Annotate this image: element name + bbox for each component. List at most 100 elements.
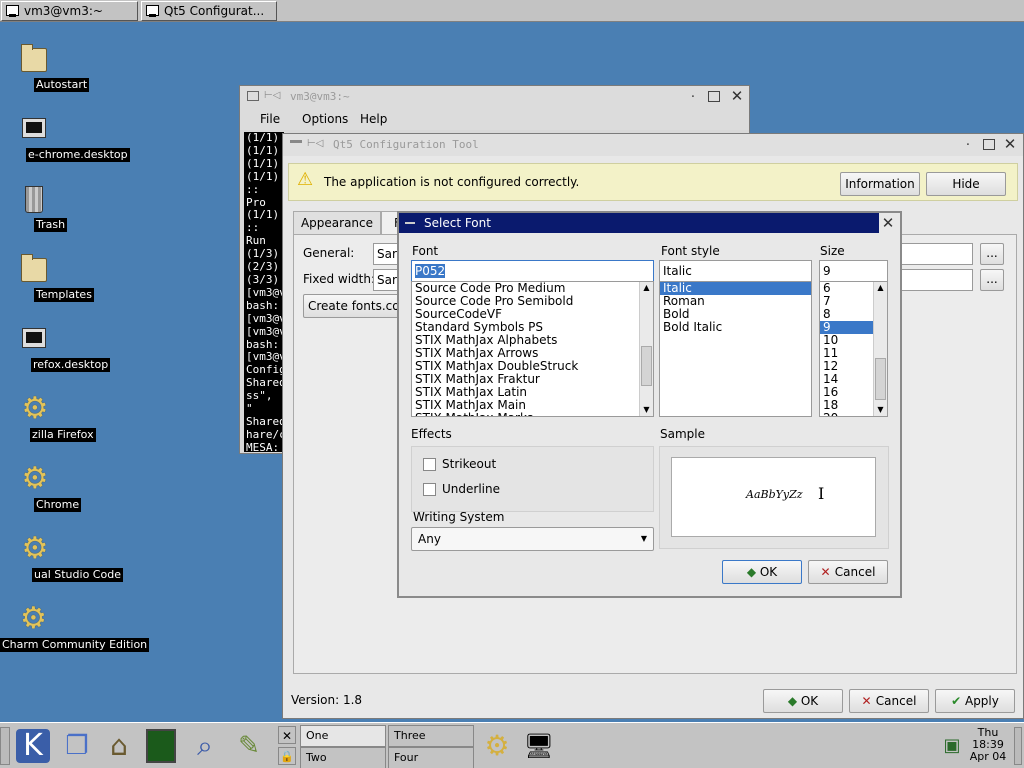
font-list-scrollbar[interactable]: ▲ ▼: [639, 282, 653, 416]
font-style-field[interactable]: Italic: [659, 260, 812, 282]
menu-help[interactable]: Help: [360, 112, 387, 126]
minimize-icon[interactable]: .: [961, 135, 975, 149]
terminal-line: (1/1): [246, 132, 280, 144]
maximize-icon[interactable]: [708, 91, 720, 102]
clock[interactable]: Thu 18:39 Apr 04: [966, 727, 1010, 763]
select-font-titlebar[interactable]: Select Font: [399, 213, 879, 233]
desktop-icon-label: ual Studio Code: [32, 568, 123, 582]
panel-handle[interactable]: [0, 727, 10, 765]
gear-icon: ⚙: [21, 461, 49, 496]
minimize-icon[interactable]: .: [686, 87, 700, 101]
desktop-icon-chrome-desktop[interactable]: e-chrome.desktop: [0, 112, 130, 162]
menu-options[interactable]: Options: [302, 112, 348, 126]
font-list-item[interactable]: STIX MathJax Marks: [412, 412, 653, 417]
settings-icon[interactable]: ✎: [232, 729, 266, 763]
size-list-scrollbar[interactable]: ▲ ▼: [873, 282, 887, 416]
desktop-icon-firefox-desktop[interactable]: refox.desktop: [0, 322, 111, 372]
underline-label[interactable]: Underline: [442, 482, 500, 496]
close-icon[interactable]: ✕: [881, 216, 895, 231]
pin-icon[interactable]: ⊢◁: [264, 90, 280, 101]
font-style-list[interactable]: Italic Roman Bold Bold Italic: [659, 281, 812, 417]
desktop-four[interactable]: Four: [388, 747, 474, 768]
tray-icon[interactable]: ▣: [940, 735, 964, 757]
lock-icon[interactable]: 🔒: [278, 747, 296, 765]
clock-date: Apr 04: [969, 750, 1007, 763]
desktop-icon-label: Chrome: [34, 498, 82, 512]
terminal-titlebar[interactable]: ⊢◁ vm3@vm3:~ . ✕: [240, 86, 749, 108]
qt5ct-ok-button[interactable]: ◆ OK: [763, 689, 843, 713]
font-family-list[interactable]: Source Code Pro Medium Source Code Pro Se…: [411, 281, 654, 417]
scroll-up-icon[interactable]: ▲: [874, 282, 887, 294]
scroll-thumb[interactable]: [875, 358, 886, 400]
terminal-line: bash:: [246, 298, 280, 312]
qt5ct-cancel-button[interactable]: ✕ Cancel: [849, 689, 929, 713]
desktop-three[interactable]: Three: [388, 725, 474, 747]
font-ok-button[interactable]: ◆ OK: [722, 560, 802, 584]
font-size-field[interactable]: 9: [819, 260, 888, 282]
window-menu-icon[interactable]: [290, 140, 302, 143]
desktop-icon-pycharm[interactable]: ⚙ Charm Community Edition: [0, 602, 150, 652]
scroll-thumb[interactable]: [641, 346, 652, 386]
terminal-launcher-icon[interactable]: [146, 729, 176, 763]
font-cancel-button[interactable]: ✕ Cancel: [808, 560, 888, 584]
style-list-item[interactable]: Bold Italic: [660, 321, 811, 334]
search-icon[interactable]: ⌕: [188, 729, 222, 763]
desktop-two[interactable]: Two: [300, 747, 386, 768]
qt5ct-apply-button[interactable]: ✔ Apply: [935, 689, 1015, 713]
window-menu-icon[interactable]: [405, 222, 415, 224]
writing-system-select[interactable]: Any ▼: [411, 527, 654, 551]
terminal-output[interactable]: (1/1) (1/1) (1/1) (1/1):: Pro (1/1):: Run (1/…: [244, 132, 284, 452]
scroll-down-icon[interactable]: ▼: [874, 404, 887, 416]
scroll-up-icon[interactable]: ▲: [640, 282, 653, 294]
tab-appearance[interactable]: Appearance: [293, 211, 381, 235]
scroll-down-icon[interactable]: ▼: [640, 404, 653, 416]
fixed-font-browse-button[interactable]: ...: [980, 269, 1004, 291]
strikeout-label[interactable]: Strikeout: [442, 457, 496, 471]
size-label: Size: [820, 244, 845, 258]
network-icon[interactable]: 🖥: [522, 729, 556, 763]
qt5ct-titlebar[interactable]: ⊢◁ Qt5 Configuration Tool . ✕: [283, 134, 1023, 156]
desktop-icon-chrome[interactable]: ⚙ Chrome: [0, 461, 89, 512]
close-icon[interactable]: ✕: [1003, 137, 1017, 152]
font-name-value: P052: [415, 264, 446, 278]
close-icon[interactable]: ✕: [278, 726, 296, 744]
terminal-line: Shared: [246, 414, 284, 428]
menu-file[interactable]: File: [260, 112, 280, 126]
general-font-browse-button[interactable]: ...: [980, 243, 1004, 265]
sample-preview: AaBbYyZz I: [671, 457, 876, 537]
kmenu-icon[interactable]: K: [16, 729, 50, 763]
task-terminal[interactable]: vm3@vm3:~: [1, 1, 138, 21]
desktop-icon-firefox[interactable]: ⚙ zilla Firefox: [0, 391, 96, 442]
general-label: General:: [303, 246, 355, 260]
create-fonts-conf-button[interactable]: Create fonts.cor: [303, 294, 399, 318]
panel-handle[interactable]: [1014, 727, 1022, 765]
close-icon[interactable]: ✕: [730, 89, 744, 104]
desktop-icon-templates[interactable]: Templates: [0, 252, 94, 302]
fixed-width-label: Fixed width:: [303, 272, 376, 286]
terminal-line: hare/c: [246, 427, 284, 441]
home-icon[interactable]: ⌂: [102, 729, 136, 763]
pin-icon[interactable]: ⊢◁: [307, 138, 323, 149]
apply-label: Apply: [964, 694, 999, 708]
terminal-line: (1/1): [246, 156, 280, 170]
top-taskbar: vm3@vm3:~ Qt5 Configurat...: [0, 0, 1024, 22]
font-size-list[interactable]: 678910111214161820 ▲ ▼: [819, 281, 888, 417]
strikeout-checkbox[interactable]: [423, 458, 436, 471]
desktop-one[interactable]: One: [300, 725, 386, 747]
desktop-icon-autostart[interactable]: Autostart: [0, 42, 90, 92]
information-button[interactable]: Information: [840, 172, 920, 196]
desktop-icon-vscode[interactable]: ⚙ ual Studio Code: [0, 532, 123, 582]
chevron-down-icon: ▼: [640, 534, 647, 543]
gear-icon[interactable]: ⚙: [480, 729, 514, 763]
font-name-field[interactable]: P052: [411, 260, 654, 282]
window-menu-icon[interactable]: [247, 91, 259, 101]
underline-checkbox[interactable]: [423, 483, 436, 496]
gear-icon: ⚙: [21, 391, 49, 426]
hide-button[interactable]: Hide: [926, 172, 1006, 196]
terminal-menubar: File Options Help: [240, 108, 749, 130]
maximize-icon[interactable]: [983, 139, 995, 150]
task-qt5ct[interactable]: Qt5 Configurat...: [141, 1, 277, 21]
windows-list-icon[interactable]: ❐: [60, 729, 94, 763]
desktop-icon-trash[interactable]: Trash: [0, 182, 89, 232]
font-style-label: Font style: [661, 244, 720, 258]
